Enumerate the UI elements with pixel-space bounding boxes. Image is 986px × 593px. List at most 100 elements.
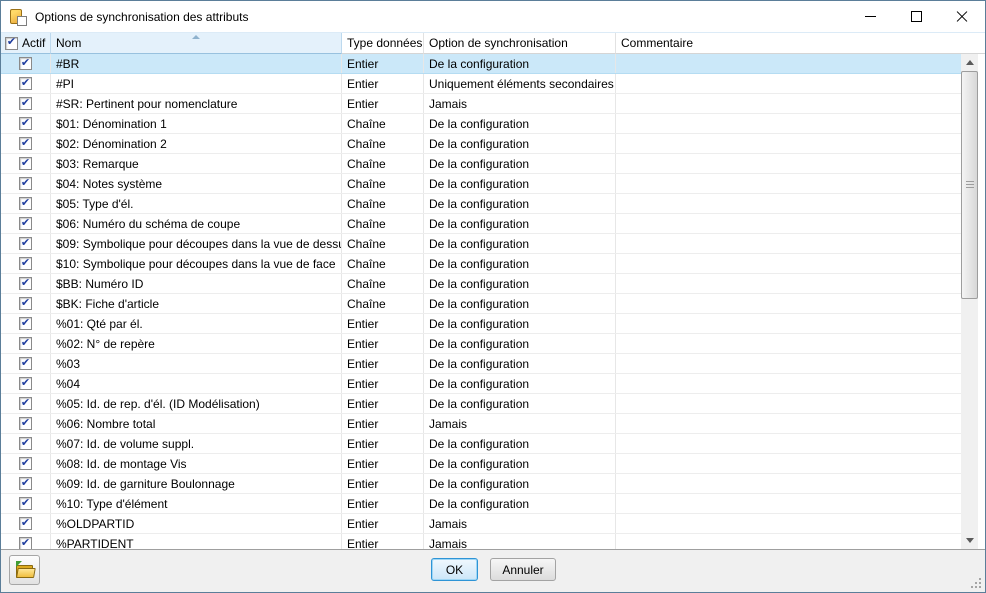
table-row[interactable]: %09: Id. de garniture BoulonnageEntierDe… [1, 474, 961, 494]
attribute-sync-option: Jamais [424, 94, 616, 113]
table-row[interactable]: $BK: Fiche d'articleChaîneDe la configur… [1, 294, 961, 314]
column-header-actif-label: Actif [22, 36, 45, 50]
column-header-nom[interactable]: Nom [51, 33, 342, 54]
actif-cell [1, 514, 51, 533]
column-header-type-donnees[interactable]: Type données [342, 33, 424, 54]
row-checkbox[interactable] [19, 397, 32, 410]
actif-cell [1, 54, 51, 73]
attribute-data-type: Chaîne [342, 234, 424, 253]
row-checkbox[interactable] [19, 517, 32, 530]
row-checkbox[interactable] [19, 497, 32, 510]
minimize-icon [865, 16, 876, 17]
table-header: Actif Nom Type données Option de synchro… [1, 32, 985, 54]
table-row[interactable]: $03: RemarqueChaîneDe la configuration [1, 154, 961, 174]
attribute-name: $BB: Numéro ID [51, 274, 342, 293]
table-row[interactable]: #BREntierDe la configuration [1, 54, 961, 74]
scroll-down-button[interactable] [961, 532, 978, 549]
attribute-comment [616, 294, 961, 313]
table-row[interactable]: $06: Numéro du schéma de coupeChaîneDe l… [1, 214, 961, 234]
actif-cell [1, 214, 51, 233]
row-checkbox[interactable] [19, 237, 32, 250]
table-row[interactable]: #SR: Pertinent pour nomenclatureEntierJa… [1, 94, 961, 114]
table-row[interactable]: $09: Symbolique pour découpes dans la vu… [1, 234, 961, 254]
load-from-file-button[interactable] [9, 555, 40, 585]
attribute-comment [616, 314, 961, 333]
table-row[interactable]: %02: N° de repèreEntierDe la configurati… [1, 334, 961, 354]
row-checkbox[interactable] [19, 117, 32, 130]
scrollbar-track[interactable] [961, 71, 978, 532]
scrollbar-thumb[interactable] [961, 71, 978, 299]
maximize-button[interactable] [893, 1, 939, 32]
table-row[interactable]: %10: Type d'élémentEntierDe la configura… [1, 494, 961, 514]
attribute-comment [616, 54, 961, 73]
row-checkbox[interactable] [19, 277, 32, 290]
table-row[interactable]: $05: Type d'él.ChaîneDe la configuration [1, 194, 961, 214]
close-button[interactable] [939, 1, 985, 32]
row-checkbox[interactable] [19, 337, 32, 350]
resize-grip[interactable] [968, 575, 982, 589]
attribute-sync-option: De la configuration [424, 134, 616, 153]
row-checkbox[interactable] [19, 57, 32, 70]
row-checkbox[interactable] [19, 357, 32, 370]
attribute-data-type: Chaîne [342, 194, 424, 213]
table-row[interactable]: %OLDPARTIDEntierJamais [1, 514, 961, 534]
attribute-comment [616, 154, 961, 173]
attribute-sync-option: De la configuration [424, 234, 616, 253]
attribute-name: $06: Numéro du schéma de coupe [51, 214, 342, 233]
table-row[interactable]: %07: Id. de volume suppl.EntierDe la con… [1, 434, 961, 454]
row-checkbox[interactable] [19, 317, 32, 330]
table-row[interactable]: %06: Nombre totalEntierJamais [1, 414, 961, 434]
row-checkbox[interactable] [19, 97, 32, 110]
attribute-data-type: Entier [342, 314, 424, 333]
attributes-table: Actif Nom Type données Option de synchro… [1, 32, 985, 550]
attribute-data-type: Entier [342, 534, 424, 549]
row-checkbox[interactable] [19, 417, 32, 430]
scroll-up-button[interactable] [961, 54, 978, 71]
arrow-down-icon [966, 538, 974, 543]
row-checkbox[interactable] [19, 377, 32, 390]
row-checkbox[interactable] [19, 177, 32, 190]
table-row[interactable]: $04: Notes systèmeChaîneDe la configurat… [1, 174, 961, 194]
row-checkbox[interactable] [19, 537, 32, 549]
table-row[interactable]: %PARTIDENTEntierJamais [1, 534, 961, 549]
actif-cell [1, 454, 51, 473]
table-row[interactable]: %01: Qté par él.EntierDe la configuratio… [1, 314, 961, 334]
row-checkbox[interactable] [19, 457, 32, 470]
ok-button[interactable]: OK [431, 558, 478, 581]
table-body: #BREntierDe la configuration#PIEntierUni… [1, 54, 961, 549]
row-checkbox[interactable] [19, 197, 32, 210]
column-header-option-sync[interactable]: Option de synchronisation [424, 33, 616, 54]
row-checkbox[interactable] [19, 217, 32, 230]
table-row[interactable]: $01: Dénomination 1ChaîneDe la configura… [1, 114, 961, 134]
cancel-button[interactable]: Annuler [490, 558, 556, 581]
row-checkbox[interactable] [19, 437, 32, 450]
minimize-button[interactable] [847, 1, 893, 32]
row-checkbox[interactable] [19, 157, 32, 170]
attribute-name: $02: Dénomination 2 [51, 134, 342, 153]
column-header-commentaire[interactable]: Commentaire [616, 33, 985, 54]
table-row[interactable]: %08: Id. de montage VisEntierDe la confi… [1, 454, 961, 474]
row-checkbox[interactable] [19, 77, 32, 90]
table-row[interactable]: %03EntierDe la configuration [1, 354, 961, 374]
column-header-actif[interactable]: Actif [1, 33, 51, 54]
attribute-data-type: Entier [342, 494, 424, 513]
select-all-checkbox[interactable] [5, 37, 18, 50]
row-checkbox[interactable] [19, 137, 32, 150]
actif-cell [1, 234, 51, 253]
table-row[interactable]: %04EntierDe la configuration [1, 374, 961, 394]
attribute-name: $BK: Fiche d'article [51, 294, 342, 313]
attribute-sync-option: De la configuration [424, 354, 616, 373]
table-row[interactable]: $BB: Numéro IDChaîneDe la configuration [1, 274, 961, 294]
table-row[interactable]: $10: Symbolique pour découpes dans la vu… [1, 254, 961, 274]
row-checkbox[interactable] [19, 257, 32, 270]
attribute-name: #PI [51, 74, 342, 93]
attribute-name: %03 [51, 354, 342, 373]
attribute-name: %04 [51, 374, 342, 393]
row-checkbox[interactable] [19, 477, 32, 490]
vertical-scrollbar[interactable] [961, 54, 978, 549]
table-row[interactable]: #PIEntierUniquement éléments secondaires [1, 74, 961, 94]
attribute-comment [616, 334, 961, 353]
row-checkbox[interactable] [19, 297, 32, 310]
table-row[interactable]: %05: Id. de rep. d'él. (ID Modélisation)… [1, 394, 961, 414]
table-row[interactable]: $02: Dénomination 2ChaîneDe la configura… [1, 134, 961, 154]
